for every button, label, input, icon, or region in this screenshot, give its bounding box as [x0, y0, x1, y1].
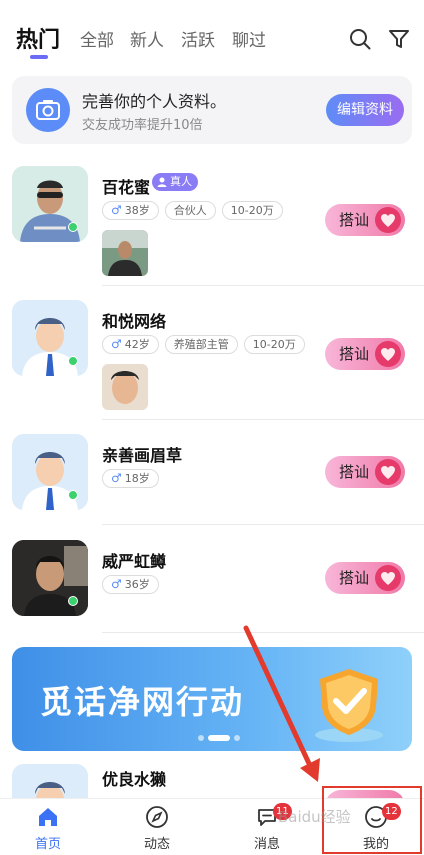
male-icon: ♂ [111, 471, 122, 485]
age-tag: ♂ 42岁 [102, 335, 159, 354]
user-photo[interactable] [102, 230, 148, 276]
verified-badge: 真人 [152, 173, 198, 191]
user-tags: ♂ 36岁 [102, 575, 165, 595]
prompt-title: 完善你的个人资料。 [82, 92, 227, 111]
income-tag: 10-20万 [221, 201, 283, 220]
greet-label: 搭讪 [339, 463, 370, 481]
carousel-dot [234, 735, 240, 741]
online-status-dot [68, 356, 78, 366]
carousel-dot-active [208, 735, 230, 741]
income-tag: 10-20万 [243, 335, 305, 354]
heart-icon [375, 459, 401, 485]
top-tab-bar: 热门 全部 新人 活跃 聊过 [0, 0, 424, 66]
user-name[interactable]: 亲善画眉草 [102, 442, 182, 466]
user-name[interactable]: 和悦网络 [102, 308, 166, 332]
home-icon [39, 808, 57, 826]
active-tab-indicator [30, 55, 48, 59]
occupation-tag: 养殖部主管 [164, 335, 238, 354]
age-tag: ♂ 18岁 [102, 469, 159, 488]
nav-label: 首页 [34, 837, 61, 852]
divider [102, 632, 424, 633]
avatar[interactable] [12, 540, 88, 616]
user-card[interactable]: 威严虹鳟 ♂ 36岁 搭讪 [0, 540, 424, 633]
camera-icon [26, 88, 70, 132]
greet-label: 搭讪 [339, 569, 370, 587]
male-icon: ♂ [111, 203, 122, 217]
greet-label: 搭讪 [339, 211, 370, 229]
heart-icon [375, 207, 401, 233]
user-photo[interactable] [102, 364, 148, 410]
avatar[interactable] [12, 764, 88, 798]
occupation-tag: 合伙人 [164, 201, 216, 220]
online-status-dot [68, 222, 78, 232]
filter-icon[interactable] [387, 27, 411, 51]
age-tag: ♂ 36岁 [102, 575, 159, 594]
avatar[interactable] [12, 434, 88, 510]
verified-badge-label: 真人 [170, 175, 192, 188]
divider [102, 419, 424, 420]
edit-profile-button[interactable]: 编辑资料 [326, 94, 404, 126]
user-tags: ♂ 42岁 养殖部主管 10-20万 [102, 335, 311, 355]
watermark: Baidu经验 [278, 808, 351, 826]
user-card[interactable]: 亲善画眉草 ♂ 18岁 搭讪 [0, 434, 424, 525]
user-card[interactable]: 和悦网络 ♂ 42岁 养殖部主管 10-20万 搭讪 [0, 300, 424, 420]
campaign-banner[interactable]: 觅话净网行动 [12, 647, 412, 751]
tab-all[interactable]: 全部 [80, 26, 114, 51]
user-card[interactable]: 百花蜜 真人 ♂ 38岁 合伙人 10-20万 搭讪 [0, 166, 424, 286]
search-icon[interactable] [348, 27, 372, 51]
nav-label: 消息 [253, 837, 280, 852]
tab-active[interactable]: 活跃 [181, 26, 215, 51]
tab-chatted[interactable]: 聊过 [232, 26, 266, 51]
user-tags: ♂ 18岁 [102, 469, 165, 489]
greet-button[interactable]: 搭讪 [325, 562, 405, 594]
verified-person-icon [157, 177, 167, 187]
age-tag: ♂ 38岁 [102, 201, 159, 220]
online-status-dot [68, 490, 78, 500]
greet-label: 搭讪 [339, 345, 370, 363]
male-icon: ♂ [111, 337, 122, 351]
age-value: 36岁 [124, 578, 150, 591]
user-name[interactable]: 威严虹鳟 [102, 548, 166, 572]
nav-label: 动态 [143, 837, 170, 852]
age-value: 38岁 [124, 204, 150, 217]
compass-icon [146, 806, 168, 828]
profile-completion-banner[interactable]: 完善你的个人资料。 交友成功率提升10倍 编辑资料 [12, 76, 412, 144]
online-status-dot [68, 596, 78, 606]
avatar[interactable] [12, 300, 88, 376]
divider [102, 285, 424, 286]
greet-button[interactable]: 搭讪 [325, 204, 405, 236]
user-name[interactable]: 优良水獭 [102, 766, 166, 790]
shield-icon [315, 669, 383, 742]
user-tags: ♂ 38岁 合伙人 10-20万 [102, 201, 289, 221]
avatar[interactable] [12, 166, 88, 242]
heart-icon [375, 341, 401, 367]
campaign-title: 觅话净网行动 [40, 683, 245, 721]
age-value: 42岁 [124, 338, 150, 351]
nav-moments[interactable]: 动态 [117, 799, 197, 855]
divider [102, 524, 424, 525]
male-icon: ♂ [111, 577, 122, 591]
prompt-subtitle: 交友成功率提升10倍 [82, 118, 203, 133]
tab-hot[interactable]: 热门 [16, 22, 60, 54]
nav-home[interactable]: 首页 [8, 799, 88, 855]
greet-button[interactable]: 搭讪 [325, 456, 405, 488]
carousel-indicator [198, 735, 244, 741]
tab-new[interactable]: 新人 [130, 26, 164, 51]
age-value: 18岁 [124, 472, 150, 485]
heart-icon [375, 565, 401, 591]
user-name[interactable]: 百花蜜 [102, 174, 150, 198]
greet-button[interactable]: 搭讪 [325, 338, 405, 370]
carousel-dot [198, 735, 204, 741]
